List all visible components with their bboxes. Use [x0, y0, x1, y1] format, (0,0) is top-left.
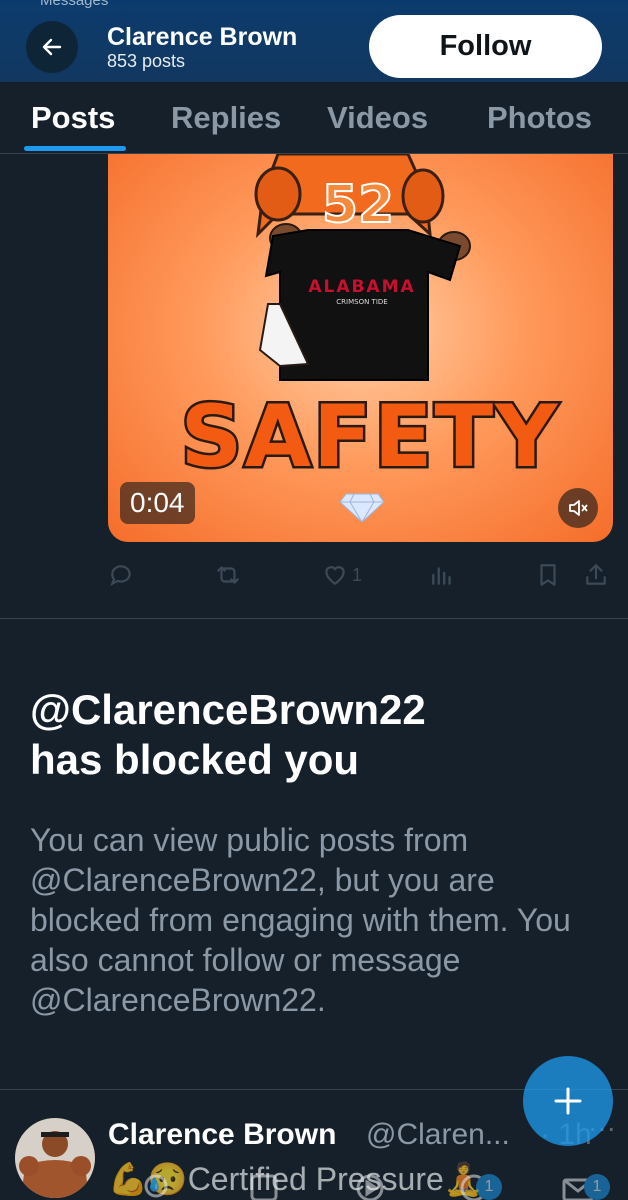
like-button[interactable]: 1 [322, 562, 362, 588]
views-icon [432, 567, 451, 585]
profile-name: Clarence Brown [107, 23, 298, 51]
messages-badge: 1 [584, 1174, 610, 1200]
search-icon[interactable] [138, 1168, 178, 1200]
reply-button[interactable] [108, 562, 134, 588]
follow-button[interactable]: Follow [369, 15, 602, 78]
bookmark-button[interactable] [535, 562, 561, 588]
like-icon [325, 566, 345, 585]
retweet-button[interactable] [215, 562, 241, 588]
tab-photos[interactable]: Photos [487, 100, 592, 136]
blocked-description: You can view public posts from @Clarence… [30, 822, 571, 1018]
profile-header: Messages Clarence Brown 853 posts Follow [0, 0, 628, 82]
mute-button[interactable] [558, 488, 598, 528]
profile-tabs: Posts Replies Videos Photos [0, 82, 628, 154]
active-tab-indicator [24, 146, 126, 151]
like-count: 1 [352, 564, 363, 585]
tab-videos[interactable]: Videos [327, 100, 428, 136]
video-duration: 0:04 [120, 482, 195, 524]
tab-replies[interactable]: Replies [171, 100, 281, 136]
shirt-text: ALABAMA [308, 277, 415, 297]
retweet-icon [217, 566, 239, 584]
post-actions: 1 [0, 556, 628, 596]
blocked-title-message: has blocked you [30, 736, 360, 784]
blocked-title-handle: @ClarenceBrown22 [30, 686, 426, 733]
post-author-name[interactable]: Clarence Brown [108, 1118, 336, 1152]
top-cut-text: Messages [40, 0, 109, 9]
post-count: 853 posts [107, 51, 186, 71]
arrow-left-icon [42, 38, 62, 56]
safety-text: SAFETY [181, 387, 560, 487]
tab-posts[interactable]: Posts [31, 100, 115, 136]
video-media[interactable]: 52 ALABAMA CRIMSON TIDE SAFETY 0:04 [108, 154, 613, 542]
jersey-number: 52 [322, 175, 394, 235]
plus-icon [554, 1087, 582, 1115]
notifications-badge: 1 [476, 1174, 502, 1200]
bookmark-icon [540, 564, 556, 586]
bottom-navigation: 1 1 [0, 1168, 628, 1200]
views-button[interactable] [429, 562, 455, 588]
share-icon [586, 564, 606, 585]
reply-icon [110, 565, 131, 586]
diamond-icon [340, 493, 384, 522]
post-author-handle[interactable]: @Claren... [366, 1118, 510, 1152]
share-button[interactable] [583, 562, 609, 588]
shirt-subtext: CRIMSON TIDE [336, 298, 387, 306]
back-button[interactable] [26, 21, 78, 73]
communities-icon[interactable] [350, 1168, 390, 1200]
blocked-title: @ClarenceBrown22 has blocked you [30, 685, 610, 786]
speaker-muted-icon [569, 500, 588, 516]
grok-icon[interactable] [244, 1168, 284, 1200]
compose-button[interactable] [523, 1056, 613, 1146]
divider [0, 618, 628, 619]
